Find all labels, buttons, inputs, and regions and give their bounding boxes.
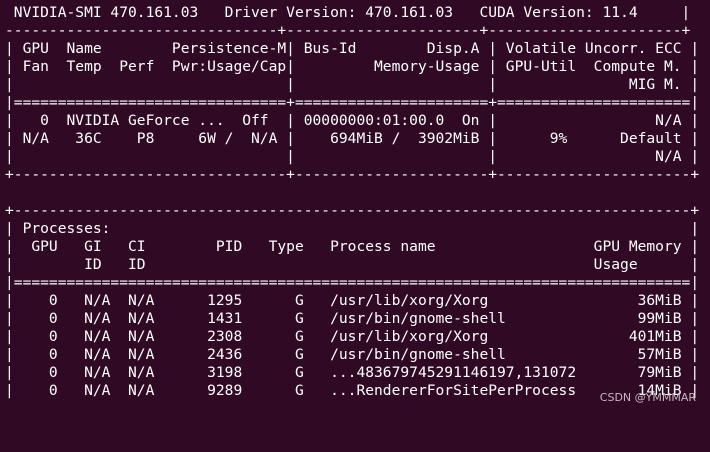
processes-title: | Processes: |	[5, 220, 700, 237]
gpu-header-row-3: | | | MIG M. |	[5, 76, 700, 93]
header-version-line: NVIDIA-SMI 470.161.03 Driver Version: 47…	[5, 4, 691, 21]
processes-separator: |=======================================…	[5, 274, 700, 291]
gpu-row-2: | N/A 36C P8 6W / N/A | 694MiB / 3902MiB…	[5, 130, 700, 147]
gpu-row-3: | | | N/A |	[5, 148, 700, 165]
processes-border-top: +---------------------------------------…	[5, 202, 700, 219]
table-border: -------------------------------+--------…	[5, 22, 691, 39]
process-row: | 0 N/A N/A 2308 G /usr/lib/xorg/Xorg 40…	[5, 328, 700, 345]
process-row: | 0 N/A N/A 1431 G /usr/bin/gnome-shell …	[5, 310, 700, 327]
terminal-output: NVIDIA-SMI 470.161.03 Driver Version: 47…	[0, 0, 710, 414]
gpu-header-row-1: | GPU Name Persistence-M| Bus-Id Disp.A …	[5, 40, 700, 57]
table-separator: |===============================+=======…	[5, 94, 700, 111]
watermark: CSDN @YMMMAR	[599, 391, 696, 404]
processes-header-row-2: | ID ID Usage |	[5, 256, 700, 273]
gpu-header-row-2: | Fan Temp Perf Pwr:Usage/Cap| Memory-Us…	[5, 58, 700, 75]
processes-header-row-1: | GPU GI CI PID Type Process name GPU Me…	[5, 238, 700, 255]
process-row: | 0 N/A N/A 9289 G ...RendererForSitePer…	[5, 382, 700, 399]
table-border: +-------------------------------+-------…	[5, 166, 700, 183]
process-row: | 0 N/A N/A 1295 G /usr/lib/xorg/Xorg 36…	[5, 292, 700, 309]
process-row: | 0 N/A N/A 3198 G ...483679745291146197…	[5, 364, 700, 381]
process-row: | 0 N/A N/A 2436 G /usr/bin/gnome-shell …	[5, 346, 700, 363]
gpu-row-1: | 0 NVIDIA GeForce ... Off | 00000000:01…	[5, 112, 700, 129]
